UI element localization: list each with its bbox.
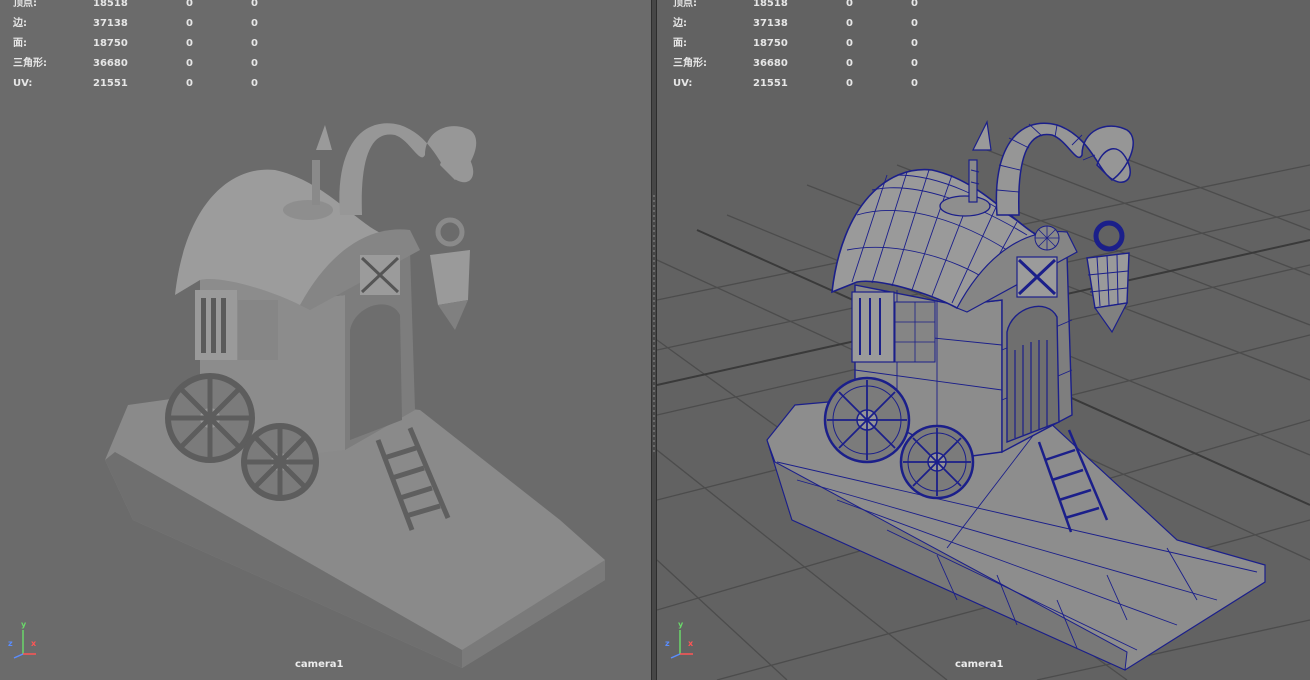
hud-value: 0 — [911, 18, 918, 29]
axis-z-label: z — [665, 639, 670, 648]
hud-label: 边: — [673, 18, 687, 29]
hud-value: 37138 — [753, 18, 788, 29]
hud-label: 三角形: — [13, 58, 47, 69]
hud-value: 0 — [251, 38, 258, 49]
hud-value: 0 — [251, 58, 258, 69]
hud-value: 0 — [186, 18, 193, 29]
axis-z-label: z — [8, 639, 13, 648]
hud-value: 0 — [186, 58, 193, 69]
camera-label: camera1 — [295, 659, 344, 670]
hud-value: 0 — [186, 0, 193, 9]
hud-value: 0 — [911, 0, 918, 9]
hud-value: 0 — [846, 38, 853, 49]
hud-value: 0 — [846, 0, 853, 9]
hud-value: 21551 — [93, 78, 128, 89]
axis-y-label: y — [21, 620, 27, 629]
right-viewport[interactable]: 顶点: 18518 0 0 边: 37138 0 0 面: 18750 0 0 三角形: 36680… — [657, 0, 1310, 680]
hud-value: 0 — [846, 58, 853, 69]
hud-value: 0 — [186, 38, 193, 49]
xyz-axis-icon: y z x — [8, 620, 48, 660]
hud-label: 顶点: — [13, 0, 37, 9]
hud-value: 0 — [251, 18, 258, 29]
divider-grip[interactable] — [653, 195, 655, 455]
hud-value: 0 — [911, 78, 918, 89]
hud-label: 面: — [673, 38, 687, 49]
hud-value: 18750 — [93, 38, 128, 49]
hud-label: 顶点: — [673, 0, 697, 9]
wireframe-wagon-model[interactable] — [657, 0, 1310, 680]
hud-value: 0 — [251, 0, 258, 9]
hud-value: 0 — [186, 78, 193, 89]
axis-x-label: x — [688, 639, 694, 648]
hud-value: 21551 — [753, 78, 788, 89]
hud-label: 三角形: — [673, 58, 707, 69]
hud-value: 0 — [846, 18, 853, 29]
hud-value: 36680 — [93, 58, 128, 69]
hud-label: UV: — [13, 78, 33, 89]
hud-value: 36680 — [753, 58, 788, 69]
hud-label: 边: — [13, 18, 27, 29]
shaded-wagon-model[interactable] — [0, 0, 651, 680]
hud-value: 0 — [846, 78, 853, 89]
hud-label: 面: — [13, 38, 27, 49]
hud-value: 0 — [251, 78, 258, 89]
hud-value: 18518 — [93, 0, 128, 9]
left-viewport[interactable]: 顶点: 18518 0 0 边: 37138 0 0 面: 18750 0 0 三角形: 36680… — [0, 0, 651, 680]
xyz-axis-icon: y z x — [665, 620, 705, 660]
hud-value: 0 — [911, 58, 918, 69]
hud-label: UV: — [673, 78, 693, 89]
camera-label: camera1 — [955, 659, 1004, 670]
hud-value: 18518 — [753, 0, 788, 9]
hud-value: 0 — [911, 38, 918, 49]
hud-value: 37138 — [93, 18, 128, 29]
hud-value: 18750 — [753, 38, 788, 49]
axis-y-label: y — [678, 620, 684, 629]
axis-x-label: x — [31, 639, 37, 648]
